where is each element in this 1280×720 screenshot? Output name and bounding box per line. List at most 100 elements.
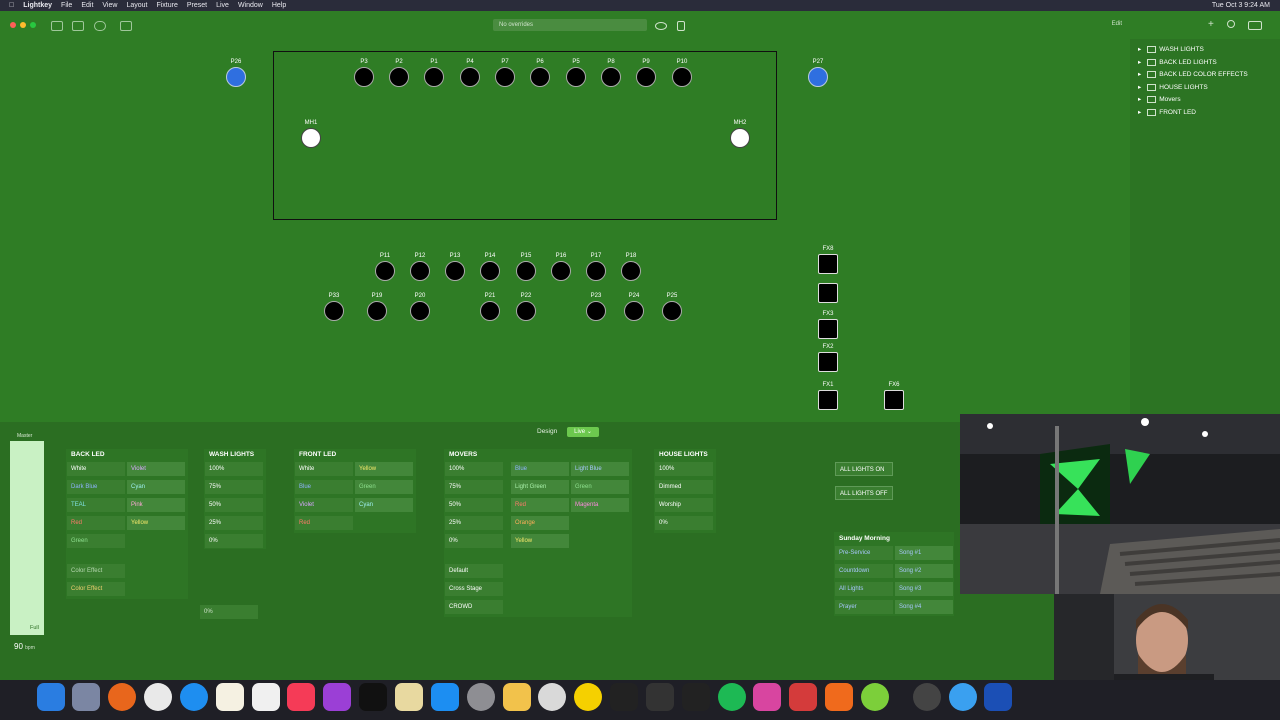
final-cut-icon[interactable] [610, 683, 638, 711]
fixture-p27[interactable] [808, 67, 828, 87]
piano-icon[interactable] [682, 683, 710, 711]
tree-item-back-led-color-effects[interactable]: ▸ BACK LED COLOR EFFECTS [1138, 70, 1248, 78]
fixture-p6[interactable] [530, 67, 550, 87]
fixture-fx-1[interactable] [818, 254, 838, 274]
cue-color-effect-2[interactable]: Color Effect [67, 582, 125, 596]
shape-tool-icon[interactable] [94, 21, 106, 31]
manga-icon[interactable] [753, 683, 781, 711]
menu-layout[interactable]: Layout [126, 2, 147, 9]
fixture-p5[interactable] [566, 67, 586, 87]
cue-red[interactable]: Red [511, 498, 569, 512]
eye-icon[interactable] [655, 22, 667, 30]
cue-green[interactable]: Green [355, 480, 413, 494]
override-search-field[interactable]: No overrides [493, 19, 647, 31]
chrome-icon[interactable] [144, 683, 172, 711]
cue-crowd[interactable]: CROWD [445, 600, 503, 614]
safari-icon[interactable] [180, 683, 208, 711]
cue-white[interactable]: White [67, 462, 125, 476]
system-settings-icon[interactable] [467, 683, 495, 711]
cue-red[interactable]: Red [67, 516, 125, 530]
cue-red[interactable]: Red [295, 516, 353, 530]
master-fader[interactable] [10, 441, 44, 635]
fixture-p15[interactable] [516, 261, 536, 281]
cue-house-dimmed[interactable]: Dimmed [655, 480, 713, 494]
tree-item-back-led-lights[interactable]: ▸ BACK LED LIGHTS [1138, 58, 1217, 66]
finder-icon[interactable] [37, 683, 65, 711]
fixture-p22[interactable] [516, 301, 536, 321]
fixture-p11[interactable] [375, 261, 395, 281]
cue-pre-service[interactable]: Pre-Service [835, 546, 893, 560]
cue-countdown[interactable]: Countdown [835, 564, 893, 578]
tree-item-movers[interactable]: ▸ Movers [1138, 95, 1181, 103]
hand-icon[interactable] [677, 21, 685, 31]
all-lights-on-button[interactable]: ALL LIGHTS ON [835, 462, 893, 476]
wd-icon[interactable] [984, 683, 1012, 711]
cue-wash-50[interactable]: 50% [205, 498, 263, 512]
menu-app-name[interactable]: Lightkey [23, 2, 52, 9]
menu-clock[interactable]: Tue Oct 3 9:24 AM [1212, 0, 1270, 11]
cue-movers-100[interactable]: 100% [445, 462, 503, 476]
cue-blue[interactable]: Blue [511, 462, 569, 476]
powerpoint-icon[interactable] [825, 683, 853, 711]
fixture-p20[interactable] [410, 301, 430, 321]
live-mode-tab[interactable]: Live ⌄ [567, 427, 599, 437]
cue-wash-100[interactable]: 100% [205, 462, 263, 476]
cue-house-100[interactable]: 100% [655, 462, 713, 476]
browser-icon[interactable] [949, 683, 977, 711]
cue-violet[interactable]: Violet [295, 498, 353, 512]
cue-wash-25[interactable]: 25% [205, 516, 263, 530]
cue-cyan[interactable]: Cyan [127, 480, 185, 494]
cue-song-4[interactable]: Song #4 [895, 600, 953, 614]
cue-green[interactable]: Green [67, 534, 125, 548]
cue-prayer[interactable]: Prayer [835, 600, 893, 614]
cue-song-3[interactable]: Song #3 [895, 582, 953, 596]
apple-icon[interactable]:  [9, 2, 14, 9]
fixture-p23[interactable] [586, 301, 606, 321]
fixture-tool-icon[interactable] [51, 21, 63, 31]
fixture-p16[interactable] [551, 261, 571, 281]
tree-item-house-lights[interactable]: ▸ HOUSE LIGHTS [1138, 83, 1208, 91]
menu-live[interactable]: Live [216, 2, 229, 9]
news-icon[interactable] [252, 683, 280, 711]
cue-pink[interactable]: Pink [127, 498, 185, 512]
fixture-mh1[interactable] [301, 128, 321, 148]
cue-cross-stage[interactable]: Cross Stage [445, 582, 503, 596]
menu-preset[interactable]: Preset [187, 2, 207, 9]
drinks-icon[interactable] [646, 683, 674, 711]
fixture-p14[interactable] [480, 261, 500, 281]
cue-wash-75[interactable]: 75% [205, 480, 263, 494]
preview-icon[interactable] [395, 683, 423, 711]
fixture-fx-6[interactable] [884, 390, 904, 410]
fixture-p33[interactable] [324, 301, 344, 321]
spotify-icon[interactable] [718, 683, 746, 711]
obs-icon[interactable] [913, 683, 941, 711]
podcasts-icon[interactable] [323, 683, 351, 711]
cue-song-1[interactable]: Song #1 [895, 546, 953, 560]
cue-all-lights[interactable]: All Lights [835, 582, 893, 596]
fixture-p17[interactable] [586, 261, 606, 281]
cue-yellow[interactable]: Yellow [355, 462, 413, 476]
cue-light-blue[interactable]: Light Blue [571, 462, 629, 476]
fixture-p4[interactable] [460, 67, 480, 87]
fixture-p25[interactable] [662, 301, 682, 321]
fixture-mh2[interactable] [730, 128, 750, 148]
grid-tool-icon[interactable] [72, 21, 84, 31]
cue-song-2[interactable]: Song #2 [895, 564, 953, 578]
fixture-p2[interactable] [389, 67, 409, 87]
fixture-fx-3[interactable] [818, 319, 838, 339]
tree-item-front-led[interactable]: ▸ FRONT LED [1138, 108, 1196, 116]
cue-movers-25[interactable]: 25% [445, 516, 503, 530]
fixture-p19[interactable] [367, 301, 387, 321]
cue-white[interactable]: White [295, 462, 353, 476]
design-mode-tab[interactable]: Design [537, 428, 557, 435]
menu-window[interactable]: Window [238, 2, 263, 9]
tree-item-wash-lights[interactable]: ▸ WASH LIGHTS [1138, 45, 1204, 53]
fixture-p7[interactable] [495, 67, 515, 87]
fixture-p10[interactable] [672, 67, 692, 87]
cue-house-0[interactable]: 0% [655, 516, 713, 530]
bpm-readout[interactable]: 90 bpm [14, 642, 35, 651]
cue-movers-0[interactable]: 0% [445, 534, 503, 548]
fixture-p8[interactable] [601, 67, 621, 87]
cue-blue[interactable]: Blue [295, 480, 353, 494]
zoom-window-button[interactable] [30, 22, 36, 28]
